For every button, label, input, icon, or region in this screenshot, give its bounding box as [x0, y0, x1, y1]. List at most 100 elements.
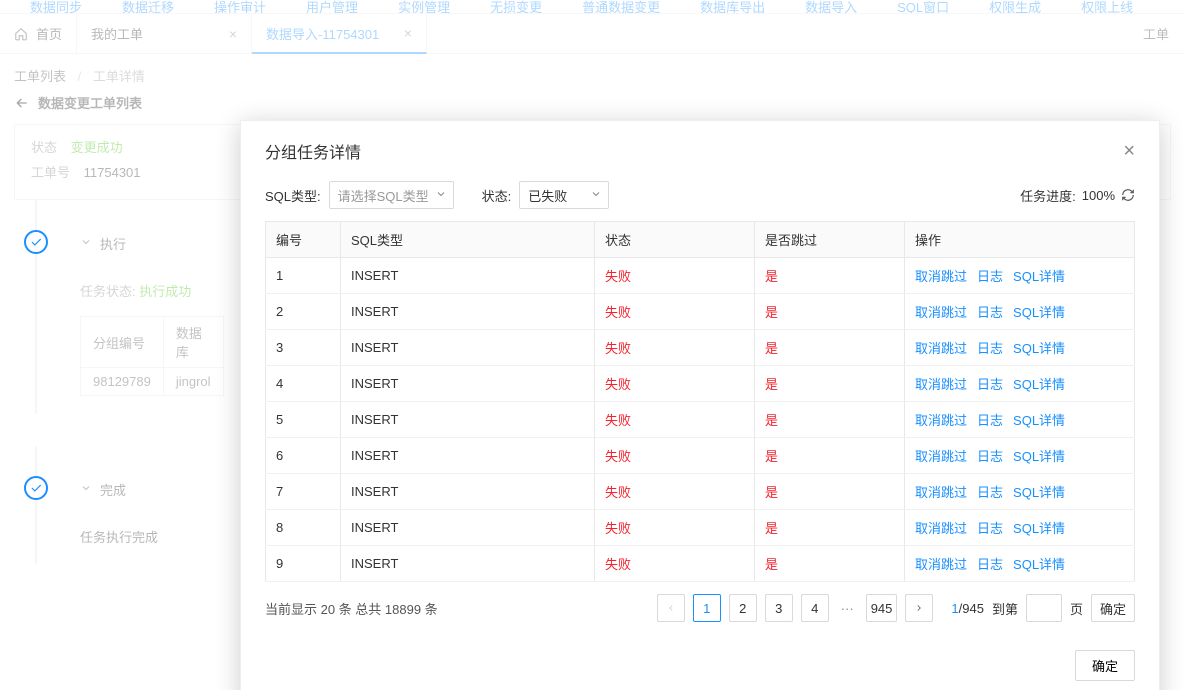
cell-state: 失败	[595, 294, 755, 330]
pager-page[interactable]: 4	[801, 594, 829, 622]
progress-label: 任务进度:	[1020, 186, 1076, 205]
cell-no: 4	[266, 366, 341, 402]
cell-state: 失败	[595, 258, 755, 294]
cell-op: 取消跳过日志 SQL详情	[905, 474, 1135, 510]
cell-skip: 是	[755, 330, 905, 366]
op-sql-detail[interactable]: SQL详情	[1013, 377, 1065, 392]
op-cancel-skip[interactable]: 取消跳过	[915, 413, 967, 428]
table-row: 8INSERT失败是取消跳过日志SQL详情	[266, 510, 1135, 546]
ok-button[interactable]: 确定	[1075, 650, 1135, 681]
pager-goto-label: 到第	[992, 599, 1018, 618]
cell-state: 失败	[595, 366, 755, 402]
cell-skip: 是	[755, 258, 905, 294]
cell-op: 取消跳过日志 SQL详情	[905, 402, 1135, 438]
state-value: 已失败	[528, 186, 567, 205]
table-row: 2INSERT失败是取消跳过日志SQL详情	[266, 294, 1135, 330]
pager-page-last[interactable]: 945	[866, 594, 898, 622]
cell-op: 取消跳过日志 SQL详情	[905, 438, 1135, 474]
cell-no: 5	[266, 402, 341, 438]
close-icon[interactable]: ×	[1123, 140, 1135, 163]
op-log[interactable]: 日志	[977, 449, 1003, 464]
op-sql-detail[interactable]: SQL详情	[1013, 413, 1065, 428]
cell-no: 1	[266, 258, 341, 294]
op-sql-detail[interactable]: SQL详情	[1013, 485, 1065, 500]
cell-state: 失败	[595, 330, 755, 366]
op-cancel-skip[interactable]: 取消跳过	[915, 269, 967, 284]
op-cancel-skip[interactable]: 取消跳过	[915, 521, 967, 536]
modal-title: 分组任务详情	[265, 139, 1123, 163]
op-cancel-skip[interactable]: 取消跳过	[915, 485, 967, 500]
cell-op: 取消跳过日志 SQL详情	[905, 330, 1135, 366]
op-sql-detail[interactable]: SQL详情	[1013, 305, 1065, 320]
chevron-down-icon	[590, 188, 602, 203]
op-sql-detail[interactable]: SQL详情	[1013, 269, 1065, 284]
op-sql-detail[interactable]: SQL详情	[1013, 449, 1065, 464]
op-cancel-skip[interactable]: 取消跳过	[915, 341, 967, 356]
cell-skip: 是	[755, 402, 905, 438]
task-table: 编号 SQL类型 状态 是否跳过 操作 1INSERT失败是取消跳过日志SQL详…	[265, 221, 1135, 582]
table-row: 9INSERT失败是取消跳过日志SQL详情	[266, 546, 1135, 582]
cell-skip: 是	[755, 294, 905, 330]
pager-cur: 1	[951, 601, 958, 616]
pager-confirm[interactable]: 确定	[1091, 594, 1135, 622]
op-sql-detail[interactable]: SQL详情	[1013, 521, 1065, 536]
cell-type: INSERT	[341, 510, 595, 546]
op-cancel-skip[interactable]: 取消跳过	[915, 305, 967, 320]
cell-skip: 是	[755, 438, 905, 474]
cell-op: 取消跳过日志 SQL详情	[905, 546, 1135, 582]
op-log[interactable]: 日志	[977, 341, 1003, 356]
cell-state: 失败	[595, 438, 755, 474]
cell-state: 失败	[595, 510, 755, 546]
refresh-icon[interactable]	[1121, 188, 1135, 202]
check-icon	[24, 230, 48, 254]
pager-page[interactable]: 3	[765, 594, 793, 622]
col-type: SQL类型	[341, 222, 595, 258]
col-op: 操作	[905, 222, 1135, 258]
state-select[interactable]: 已失败	[519, 181, 609, 209]
state-label: 状态:	[482, 186, 512, 205]
op-log[interactable]: 日志	[977, 377, 1003, 392]
op-cancel-skip[interactable]: 取消跳过	[915, 377, 967, 392]
table-row: 5INSERT失败是取消跳过日志 SQL详情	[266, 402, 1135, 438]
cell-skip: 是	[755, 366, 905, 402]
sql-type-label: SQL类型:	[265, 186, 321, 205]
pager-prev[interactable]	[657, 594, 685, 622]
op-log[interactable]: 日志	[977, 521, 1003, 536]
table-row: 1INSERT失败是取消跳过日志 SQL详情	[266, 258, 1135, 294]
cell-type: INSERT	[341, 438, 595, 474]
col-skip: 是否跳过	[755, 222, 905, 258]
table-row: 3INSERT失败是取消跳过日志SQL详情	[266, 330, 1135, 366]
op-log[interactable]: 日志	[977, 305, 1003, 320]
cell-type: INSERT	[341, 366, 595, 402]
cell-state: 失败	[595, 402, 755, 438]
pager-ellipsis: ···	[837, 601, 858, 616]
op-log[interactable]: 日志	[977, 269, 1003, 284]
cell-skip: 是	[755, 546, 905, 582]
cell-type: INSERT	[341, 402, 595, 438]
cell-no: 9	[266, 546, 341, 582]
op-log[interactable]: 日志	[977, 485, 1003, 500]
op-log[interactable]: 日志	[977, 557, 1003, 572]
op-sql-detail[interactable]: SQL详情	[1013, 557, 1065, 572]
cell-type: INSERT	[341, 258, 595, 294]
pager-goto-input[interactable]	[1026, 594, 1062, 622]
op-cancel-skip[interactable]: 取消跳过	[915, 557, 967, 572]
op-log[interactable]: 日志	[977, 413, 1003, 428]
cell-state: 失败	[595, 474, 755, 510]
table-row: 7INSERT失败是取消跳过日志SQL详情	[266, 474, 1135, 510]
sql-type-placeholder: 请选择SQL类型	[338, 186, 429, 205]
table-row: 4INSERT失败是取消跳过日志 SQL详情	[266, 366, 1135, 402]
pager-page[interactable]: 1	[693, 594, 721, 622]
sql-type-select[interactable]: 请选择SQL类型	[329, 181, 454, 209]
progress-value: 100%	[1082, 188, 1115, 203]
pager-page-label: 页	[1070, 599, 1083, 618]
cell-type: INSERT	[341, 546, 595, 582]
cell-no: 3	[266, 330, 341, 366]
pager-page[interactable]: 2	[729, 594, 757, 622]
op-sql-detail[interactable]: SQL详情	[1013, 341, 1065, 356]
pager-next[interactable]	[905, 594, 933, 622]
cell-no: 6	[266, 438, 341, 474]
col-state: 状态	[595, 222, 755, 258]
cell-op: 取消跳过日志 SQL详情	[905, 510, 1135, 546]
op-cancel-skip[interactable]: 取消跳过	[915, 449, 967, 464]
